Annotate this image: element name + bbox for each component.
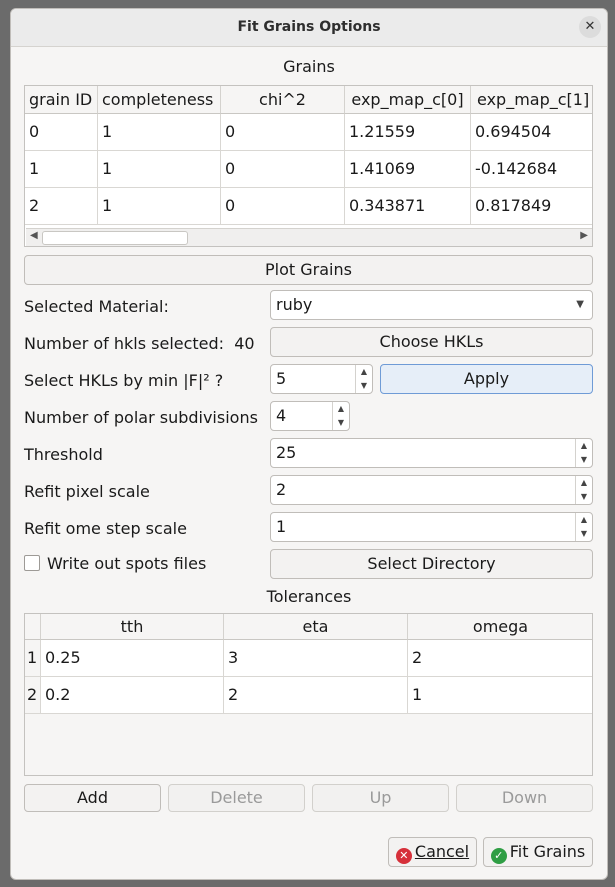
cell-chi2[interactable]: 0: [221, 188, 345, 225]
plot-grains-button[interactable]: Plot Grains: [24, 255, 593, 285]
cell-exp-map-0[interactable]: 0.343871: [345, 188, 471, 225]
grains-table: grain ID completeness chi^2 exp_map_c[0]…: [24, 85, 593, 247]
material-value: ruby: [276, 295, 313, 314]
select-directory-button[interactable]: Select Directory: [270, 549, 593, 579]
cell-chi2[interactable]: 0: [221, 114, 345, 151]
cell-exp-map-1[interactable]: 0.694504: [471, 114, 592, 151]
close-button[interactable]: ✕: [579, 16, 601, 38]
spin-down-icon: ▼: [337, 418, 345, 427]
refit-pixel-label: Refit pixel scale: [24, 482, 150, 501]
down-button[interactable]: Down: [456, 784, 593, 812]
spin-up-icon: ▲: [337, 404, 345, 413]
table-empty-area: [41, 714, 592, 775]
scrollbar-thumb[interactable]: [42, 231, 188, 245]
apply-button[interactable]: Apply: [380, 364, 593, 394]
selected-material-label: Selected Material:: [24, 297, 169, 316]
write-spots-checkbox[interactable]: [24, 555, 40, 571]
cell-omega[interactable]: 2: [408, 640, 592, 677]
polar-subdivisions-spinbox[interactable]: 4 ▲ ▼: [270, 401, 350, 431]
corner-header: [25, 614, 41, 640]
spin-up-icon: ▲: [580, 515, 588, 524]
spin-buttons[interactable]: ▲ ▼: [575, 476, 592, 504]
select-hkls-label: Select HKLs by min |F|² ?: [24, 371, 224, 390]
column-header-chi2[interactable]: chi^2: [221, 86, 345, 114]
threshold-label: Threshold: [24, 445, 103, 464]
tolerances-table: tth eta omega 1 0.25 3 2 2 0.2 2 1: [24, 613, 593, 776]
cell-completeness[interactable]: 1: [98, 151, 221, 188]
window-title: Fit Grains Options: [237, 19, 381, 35]
tolerances-title: Tolerances: [266, 587, 352, 606]
cancel-icon: ✕: [395, 848, 412, 864]
cell-completeness[interactable]: 1: [98, 188, 221, 225]
row-header[interactable]: 2: [25, 677, 41, 714]
threshold-spinbox[interactable]: 25 ▲ ▼: [270, 438, 593, 468]
cell-tth[interactable]: 0.2: [41, 677, 224, 714]
spin-down-icon: ▼: [580, 492, 588, 501]
column-header-grain-id[interactable]: grain ID: [25, 86, 98, 114]
close-icon: ✕: [584, 19, 596, 34]
cell-eta[interactable]: 3: [224, 640, 408, 677]
cell-chi2[interactable]: 0: [221, 151, 345, 188]
spin-buttons[interactable]: ▲ ▼: [332, 402, 349, 430]
up-button[interactable]: Up: [312, 784, 449, 812]
spin-down-icon: ▼: [360, 381, 368, 390]
spin-up-icon: ▲: [360, 367, 368, 376]
cell-omega[interactable]: 1: [408, 677, 592, 714]
spin-down-icon: ▼: [580, 455, 588, 464]
horizontal-scrollbar[interactable]: ◀ ▶: [26, 228, 592, 246]
delete-button[interactable]: Delete: [168, 784, 305, 812]
refit-ome-label: Refit ome step scale: [24, 519, 187, 538]
refit-ome-spinbox[interactable]: 1 ▲ ▼: [270, 512, 593, 542]
num-hkls-label: Number of hkls selected: 40: [24, 334, 255, 353]
cancel-button[interactable]: ✕ Cancel: [388, 837, 477, 867]
check-icon: ✓: [490, 848, 507, 864]
num-hkls-value: 40: [234, 334, 255, 353]
add-button[interactable]: Add: [24, 784, 161, 812]
scroll-left-icon[interactable]: ◀: [30, 230, 38, 241]
cell-exp-map-0[interactable]: 1.41069: [345, 151, 471, 188]
column-header-exp-map-1[interactable]: exp_map_c[1]: [471, 86, 592, 114]
spin-down-icon: ▼: [580, 529, 588, 538]
cell-exp-map-1[interactable]: 0.817849: [471, 188, 592, 225]
column-header-completeness[interactable]: completeness: [98, 86, 221, 114]
title-bar: Fit Grains Options ✕: [11, 9, 607, 47]
spin-buttons[interactable]: ▲ ▼: [575, 513, 592, 541]
column-header-omega[interactable]: omega: [408, 614, 592, 640]
column-header-eta[interactable]: eta: [224, 614, 408, 640]
cell-exp-map-0[interactable]: 1.21559: [345, 114, 471, 151]
cell-grain-id[interactable]: 1: [25, 151, 98, 188]
chevron-down-icon: ▼: [576, 299, 584, 310]
spin-buttons[interactable]: ▲ ▼: [575, 439, 592, 467]
cell-grain-id[interactable]: 2: [25, 188, 98, 225]
cell-completeness[interactable]: 1: [98, 114, 221, 151]
spin-up-icon: ▲: [580, 478, 588, 487]
spin-buttons[interactable]: ▲ ▼: [355, 365, 372, 393]
scroll-right-icon[interactable]: ▶: [580, 230, 588, 241]
min-f2-spinbox[interactable]: 5 ▲ ▼: [270, 364, 373, 394]
cell-exp-map-1[interactable]: -0.142684: [471, 151, 592, 188]
write-spots-label[interactable]: Write out spots files: [47, 554, 206, 573]
fit-grains-dialog: Fit Grains Options ✕ Grains grain ID com…: [10, 8, 608, 880]
grains-title: Grains: [283, 57, 335, 76]
polar-subdivisions-label: Number of polar subdivisions: [24, 408, 258, 427]
choose-hkls-button[interactable]: Choose HKLs: [270, 327, 593, 357]
row-header[interactable]: 1: [25, 640, 41, 677]
cell-eta[interactable]: 2: [224, 677, 408, 714]
spin-up-icon: ▲: [580, 441, 588, 450]
material-combobox[interactable]: ruby ▼: [270, 290, 593, 320]
cell-grain-id[interactable]: 0: [25, 114, 98, 151]
cell-tth[interactable]: 0.25: [41, 640, 224, 677]
column-header-tth[interactable]: tth: [41, 614, 224, 640]
fit-grains-button[interactable]: ✓ Fit Grains: [483, 837, 593, 867]
refit-pixel-spinbox[interactable]: 2 ▲ ▼: [270, 475, 593, 505]
column-header-exp-map-0[interactable]: exp_map_c[0]: [345, 86, 471, 114]
